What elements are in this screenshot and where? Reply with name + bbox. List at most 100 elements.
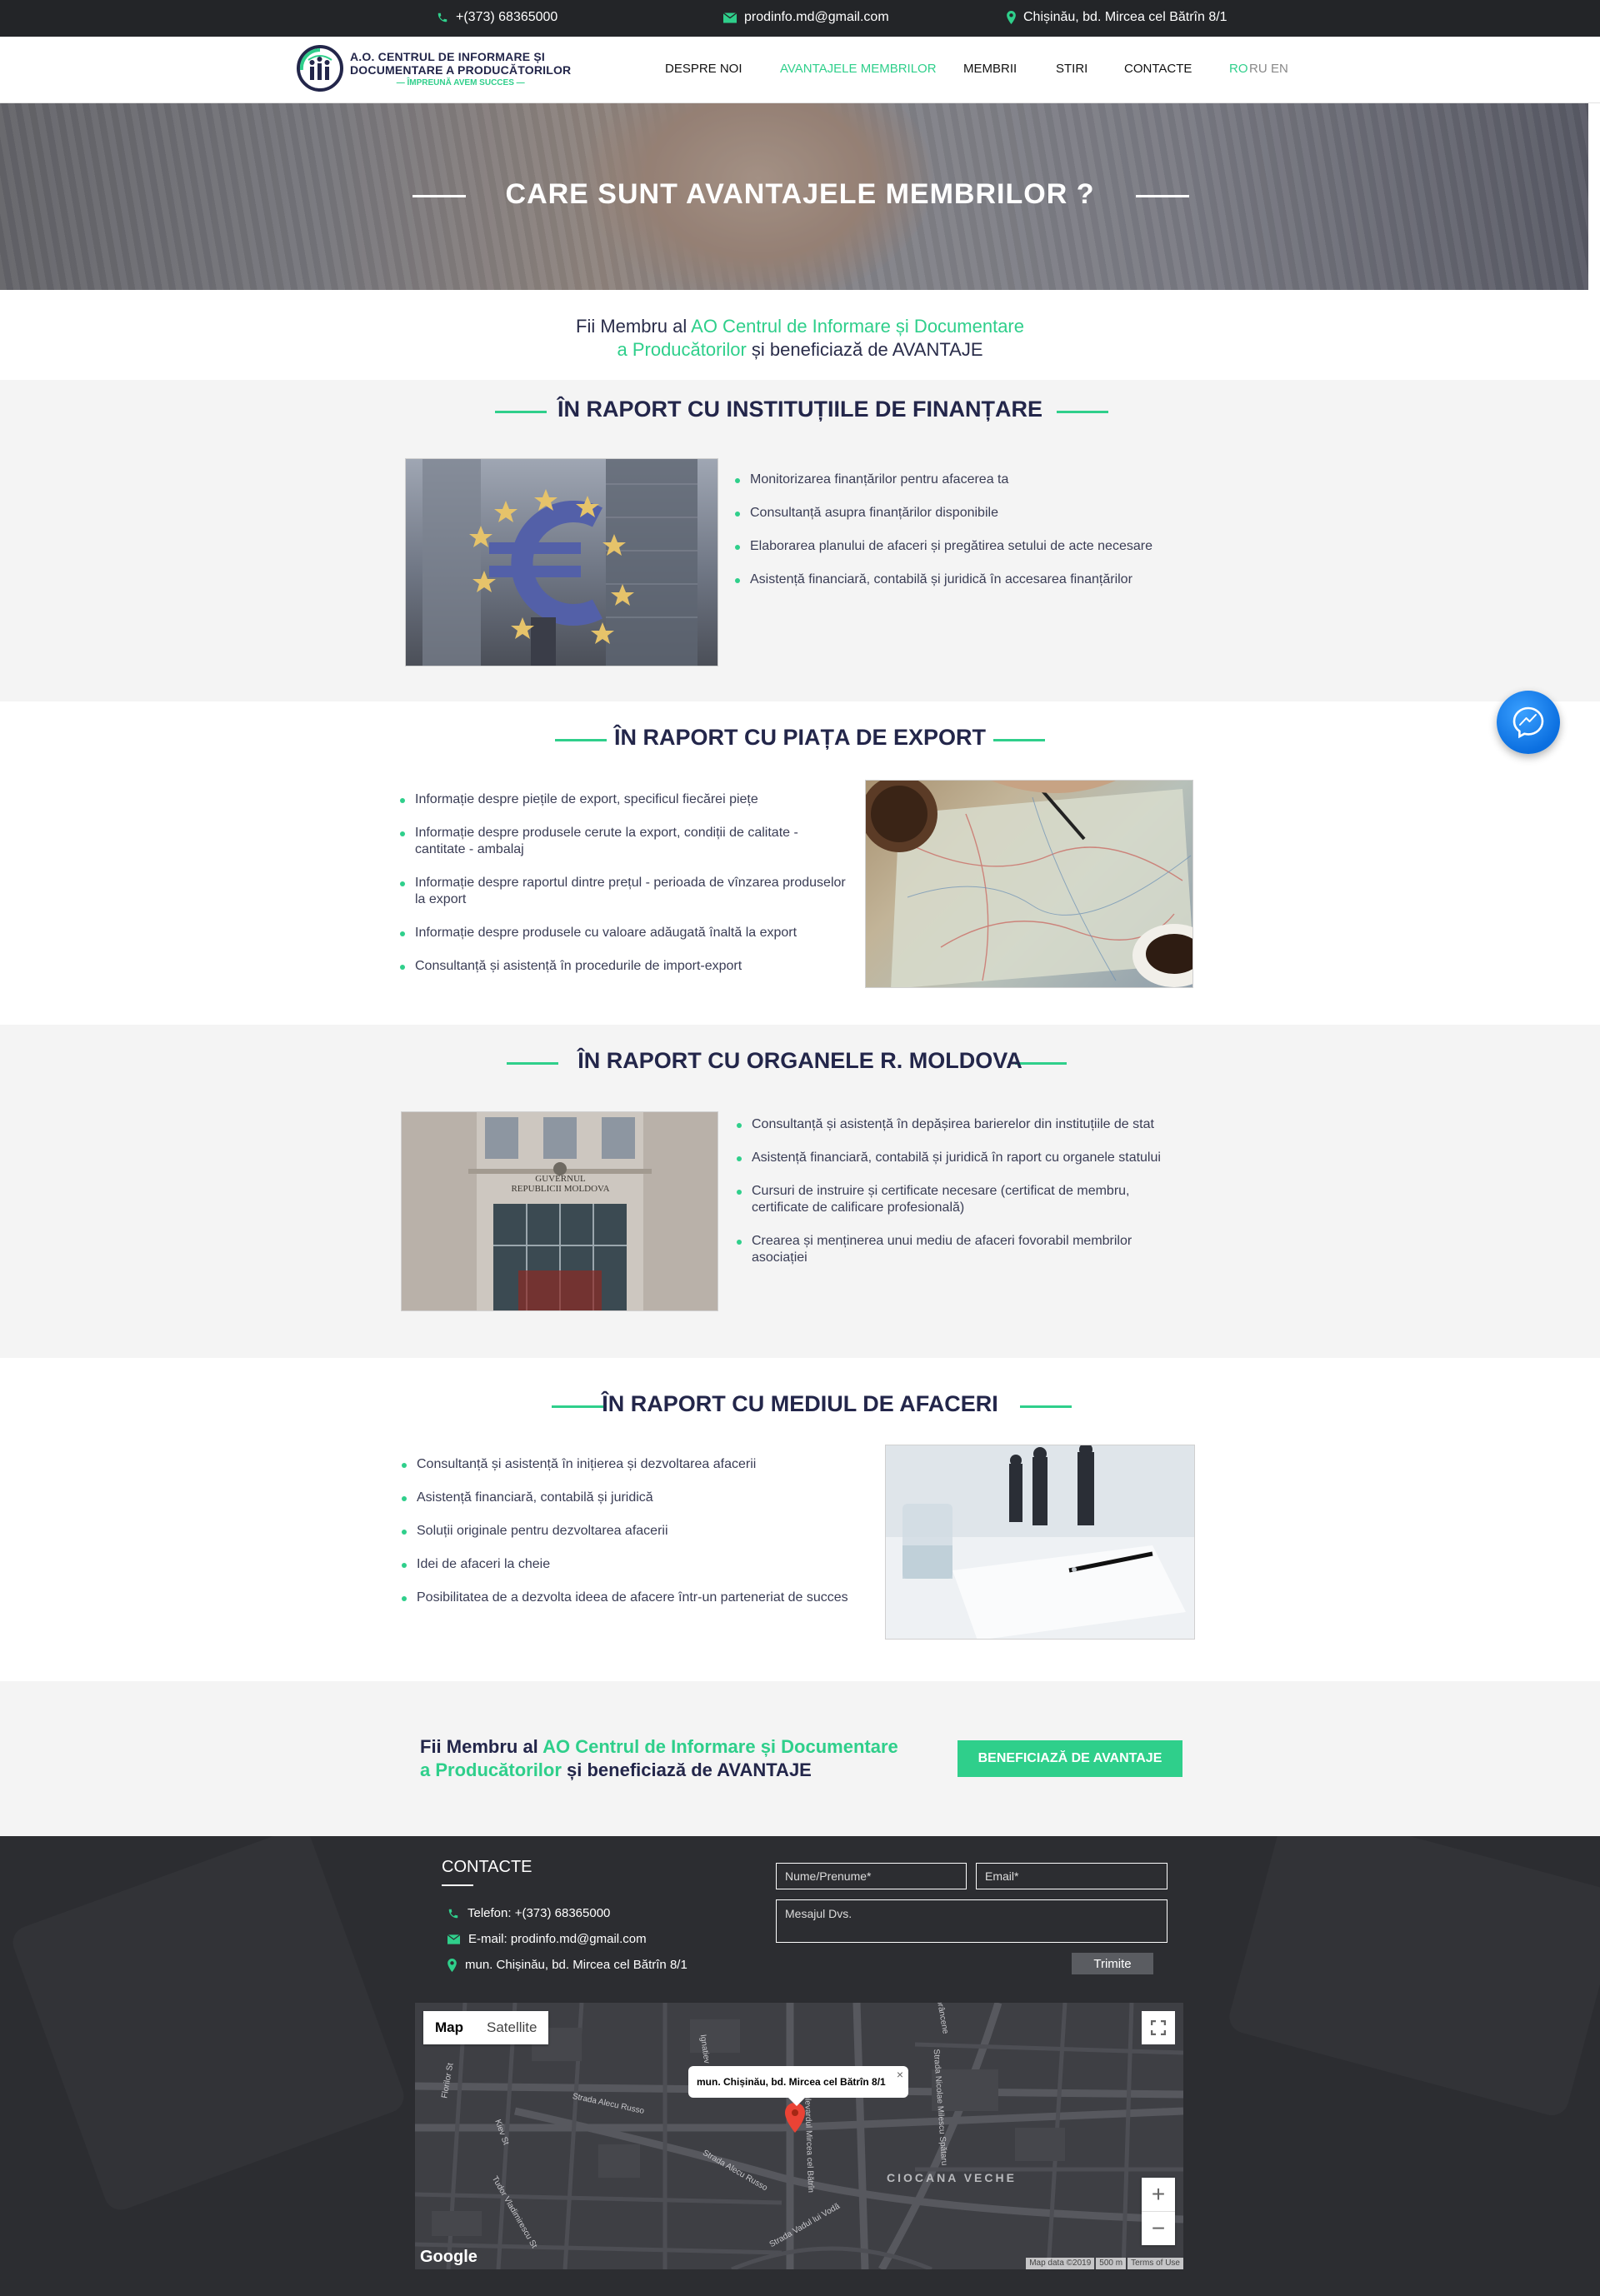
section-title: ÎN RAPORT CU ORGANELE R. MOLDOVA bbox=[578, 1048, 1022, 1073]
envelope-icon bbox=[448, 1934, 460, 1944]
map-info-window: mun. Chișinău, bd. Mircea cel Bătrîn 8/1… bbox=[688, 2066, 908, 2106]
topbar-phone-text: +(373) 68365000 bbox=[456, 10, 558, 24]
nav-stiri[interactable]: STIRI bbox=[1056, 62, 1088, 76]
footer-phone[interactable]: Telefon: +(373) 68365000 bbox=[448, 1906, 610, 1920]
topbar-address-text: Chișinău, bd. Mircea cel Bătrîn 8/1 bbox=[1023, 10, 1228, 24]
email-input[interactable] bbox=[976, 1863, 1168, 1889]
list-item: Informație despre produsele cerute la ex… bbox=[398, 825, 848, 858]
google-logo: Google bbox=[420, 2248, 478, 2266]
intro-highlight-2: a Producătorilor bbox=[617, 339, 747, 360]
map-tab-map[interactable]: Map bbox=[423, 2011, 475, 2044]
map-type-control: Map Satellite bbox=[423, 2011, 549, 2044]
map-tab-satellite[interactable]: Satellite bbox=[475, 2011, 548, 2044]
footer-title-underline bbox=[442, 1884, 473, 1886]
list-item: Elaborarea planului de afaceri și pregăt… bbox=[733, 538, 1167, 555]
footer-email-text: E-mail: prodinfo.md@gmail.com bbox=[468, 1932, 647, 1946]
list-item: Soluții originale pentru dezvoltarea afa… bbox=[400, 1523, 850, 1540]
section-list: Monitorizarea finanțărilor pentru afacer… bbox=[733, 472, 1167, 605]
intro-part-2: și beneficiază de AVANTAJE bbox=[746, 339, 983, 360]
lang-ru[interactable]: RU bbox=[1249, 62, 1268, 76]
topbar-address: Chișinău, bd. Mircea cel Bătrîn 8/1 bbox=[1007, 10, 1228, 25]
message-textarea[interactable] bbox=[776, 1899, 1168, 1943]
intro-text: Fii Membru al AO Centrul de Informare și… bbox=[0, 315, 1600, 362]
top-bar: +(373) 68365000 prodinfo.md@gmail.com Ch… bbox=[0, 0, 1600, 37]
envelope-icon bbox=[723, 12, 737, 22]
logo-slogan: — ÎMPREUNĂ AVEM SUCCES — bbox=[396, 77, 525, 87]
cta-text: Fii Membru al AO Centrul de Informare și… bbox=[420, 1735, 898, 1782]
name-input[interactable] bbox=[776, 1863, 967, 1889]
phone-icon bbox=[448, 1909, 458, 1918]
list-item: Consultanță și asistență în inițierea și… bbox=[400, 1456, 850, 1473]
government-building-photo: GUVERNUL REPUBLICII MOLDOVA bbox=[401, 1111, 718, 1311]
lang-ro[interactable]: RO bbox=[1229, 62, 1248, 76]
send-button[interactable]: Trimite bbox=[1072, 1953, 1153, 1974]
zoom-in-button[interactable]: + bbox=[1142, 2178, 1175, 2211]
footer-phone-text: Telefon: +(373) 68365000 bbox=[468, 1906, 611, 1920]
section-organele: ÎN RAPORT CU ORGANELE R. MOLDOVA GUVERNU… bbox=[0, 1025, 1600, 1358]
terms-link[interactable]: Terms of Use bbox=[1128, 2258, 1183, 2269]
fullscreen-button[interactable] bbox=[1142, 2011, 1175, 2044]
topbar-email-text: prodinfo.md@gmail.com bbox=[744, 10, 889, 24]
map-info-text: mun. Chișinău, bd. Mircea cel Bătrîn 8/1 bbox=[697, 2076, 886, 2088]
list-item: Informație despre raportul dintre prețul… bbox=[398, 875, 848, 908]
footer-title: CONTACTE bbox=[442, 1858, 532, 1876]
map-pin-icon bbox=[1007, 11, 1016, 24]
cta-highlight-2: a Producătorilor bbox=[420, 1759, 562, 1780]
zoom-control: + − bbox=[1142, 2178, 1175, 2245]
map-attribution: Map data ©2019 500 m Terms of Use bbox=[1026, 2258, 1183, 2269]
cta-highlight-1: AO Centrul de Informare și Documentare bbox=[542, 1736, 898, 1757]
footer-address: mun. Chișinău, bd. Mircea cel Bătrîn 8/1 bbox=[448, 1958, 688, 1972]
map-table-image bbox=[866, 781, 1192, 987]
footer-bg-shape bbox=[1226, 1836, 1600, 2119]
business-meeting-photo bbox=[885, 1445, 1195, 1640]
close-icon[interactable]: × bbox=[897, 2068, 903, 2081]
site-logo[interactable]: A.O. CENTRUL DE INFORMARE ȘI DOCUMENTARE… bbox=[297, 45, 571, 92]
business-meeting-image bbox=[886, 1445, 1194, 1639]
map-planning-photo bbox=[865, 780, 1193, 988]
messenger-icon bbox=[1512, 706, 1544, 739]
logo-line-2: DOCUMENTARE A PRODUCĂTORILOR bbox=[350, 62, 572, 77]
government-building-image bbox=[402, 1112, 718, 1310]
list-item: Consultanță și asistență în procedurile … bbox=[398, 958, 848, 975]
list-item: Informație despre piețile de export, spe… bbox=[398, 791, 848, 808]
topbar-phone[interactable]: +(373) 68365000 bbox=[437, 10, 558, 25]
site-header: A.O. CENTRUL DE INFORMARE ȘI DOCUMENTARE… bbox=[0, 37, 1600, 103]
list-item: Informație despre produsele cu valoare a… bbox=[398, 925, 848, 941]
building-sign: GUVERNUL REPUBLICII MOLDOVA bbox=[511, 1174, 610, 1194]
footer-email[interactable]: E-mail: prodinfo.md@gmail.com bbox=[448, 1932, 647, 1946]
zoom-out-button[interactable]: − bbox=[1142, 2212, 1175, 2245]
cta-part-1: Fii Membru al bbox=[420, 1736, 543, 1757]
section-title: ÎN RAPORT CU MEDIUL DE AFACERI bbox=[602, 1391, 998, 1416]
list-item: Asistență financiară, contabilă și jurid… bbox=[400, 1490, 850, 1506]
lang-en[interactable]: EN bbox=[1271, 62, 1288, 76]
logo-line-1: A.O. CENTRUL DE INFORMARE ȘI bbox=[350, 49, 546, 63]
section-list: Consultanță și asistență în inițierea și… bbox=[400, 1456, 850, 1623]
list-item: Monitorizarea finanțărilor pentru afacer… bbox=[733, 472, 1167, 488]
intro-part-1: Fii Membru al bbox=[576, 316, 692, 337]
hero-banner: CARE SUNT AVANTAJELE MEMBRILOR ? bbox=[0, 103, 1588, 290]
section-list: Consultanță și asistență în depășirea ba… bbox=[735, 1116, 1185, 1283]
beneficiaza-button[interactable]: BENEFICIAZĂ DE AVANTAJE bbox=[958, 1740, 1182, 1777]
map-data-label: Map data ©2019 bbox=[1026, 2258, 1095, 2269]
map-scale[interactable]: 500 m bbox=[1096, 2258, 1127, 2269]
topbar-email[interactable]: prodinfo.md@gmail.com bbox=[723, 10, 889, 25]
list-item: Posibilitatea de a dezvolta ideea de afa… bbox=[400, 1590, 850, 1606]
intro-highlight-1: AO Centrul de Informare și Documentare bbox=[691, 316, 1024, 337]
google-map[interactable]: Strada Alecu Russo Strada Alecu Russo Bu… bbox=[415, 2003, 1183, 2269]
nav-despre-noi[interactable]: DESPRE NOI bbox=[665, 62, 742, 76]
messenger-chat-button[interactable] bbox=[1497, 691, 1560, 754]
list-item: Asistență financiară, contabilă și jurid… bbox=[735, 1150, 1185, 1166]
hero-title: CARE SUNT AVANTAJELE MEMBRILOR ? bbox=[505, 178, 1095, 210]
nav-membrii[interactable]: MEMBRII bbox=[963, 62, 1017, 76]
list-item: Crearea și menținerea unui mediu de afac… bbox=[735, 1233, 1185, 1266]
cta-banner: Fii Membru al AO Centrul de Informare și… bbox=[0, 1681, 1600, 1836]
list-item: Consultanță asupra finanțărilor disponib… bbox=[733, 505, 1167, 522]
nav-contacte[interactable]: CONTACTE bbox=[1124, 62, 1192, 76]
phone-icon bbox=[438, 12, 448, 22]
district-label: CIOCANA VECHE bbox=[887, 2171, 1017, 2184]
nav-avantajele-membrilor[interactable]: AVANTAJELE MEMBRILOR bbox=[780, 62, 937, 76]
footer-bg-laptop bbox=[8, 1836, 408, 2214]
euro-sculpture-image bbox=[422, 459, 698, 666]
list-item: Cursuri de instruire și certificate nece… bbox=[735, 1183, 1185, 1216]
list-item: Consultanță și asistență în depășirea ba… bbox=[735, 1116, 1185, 1133]
